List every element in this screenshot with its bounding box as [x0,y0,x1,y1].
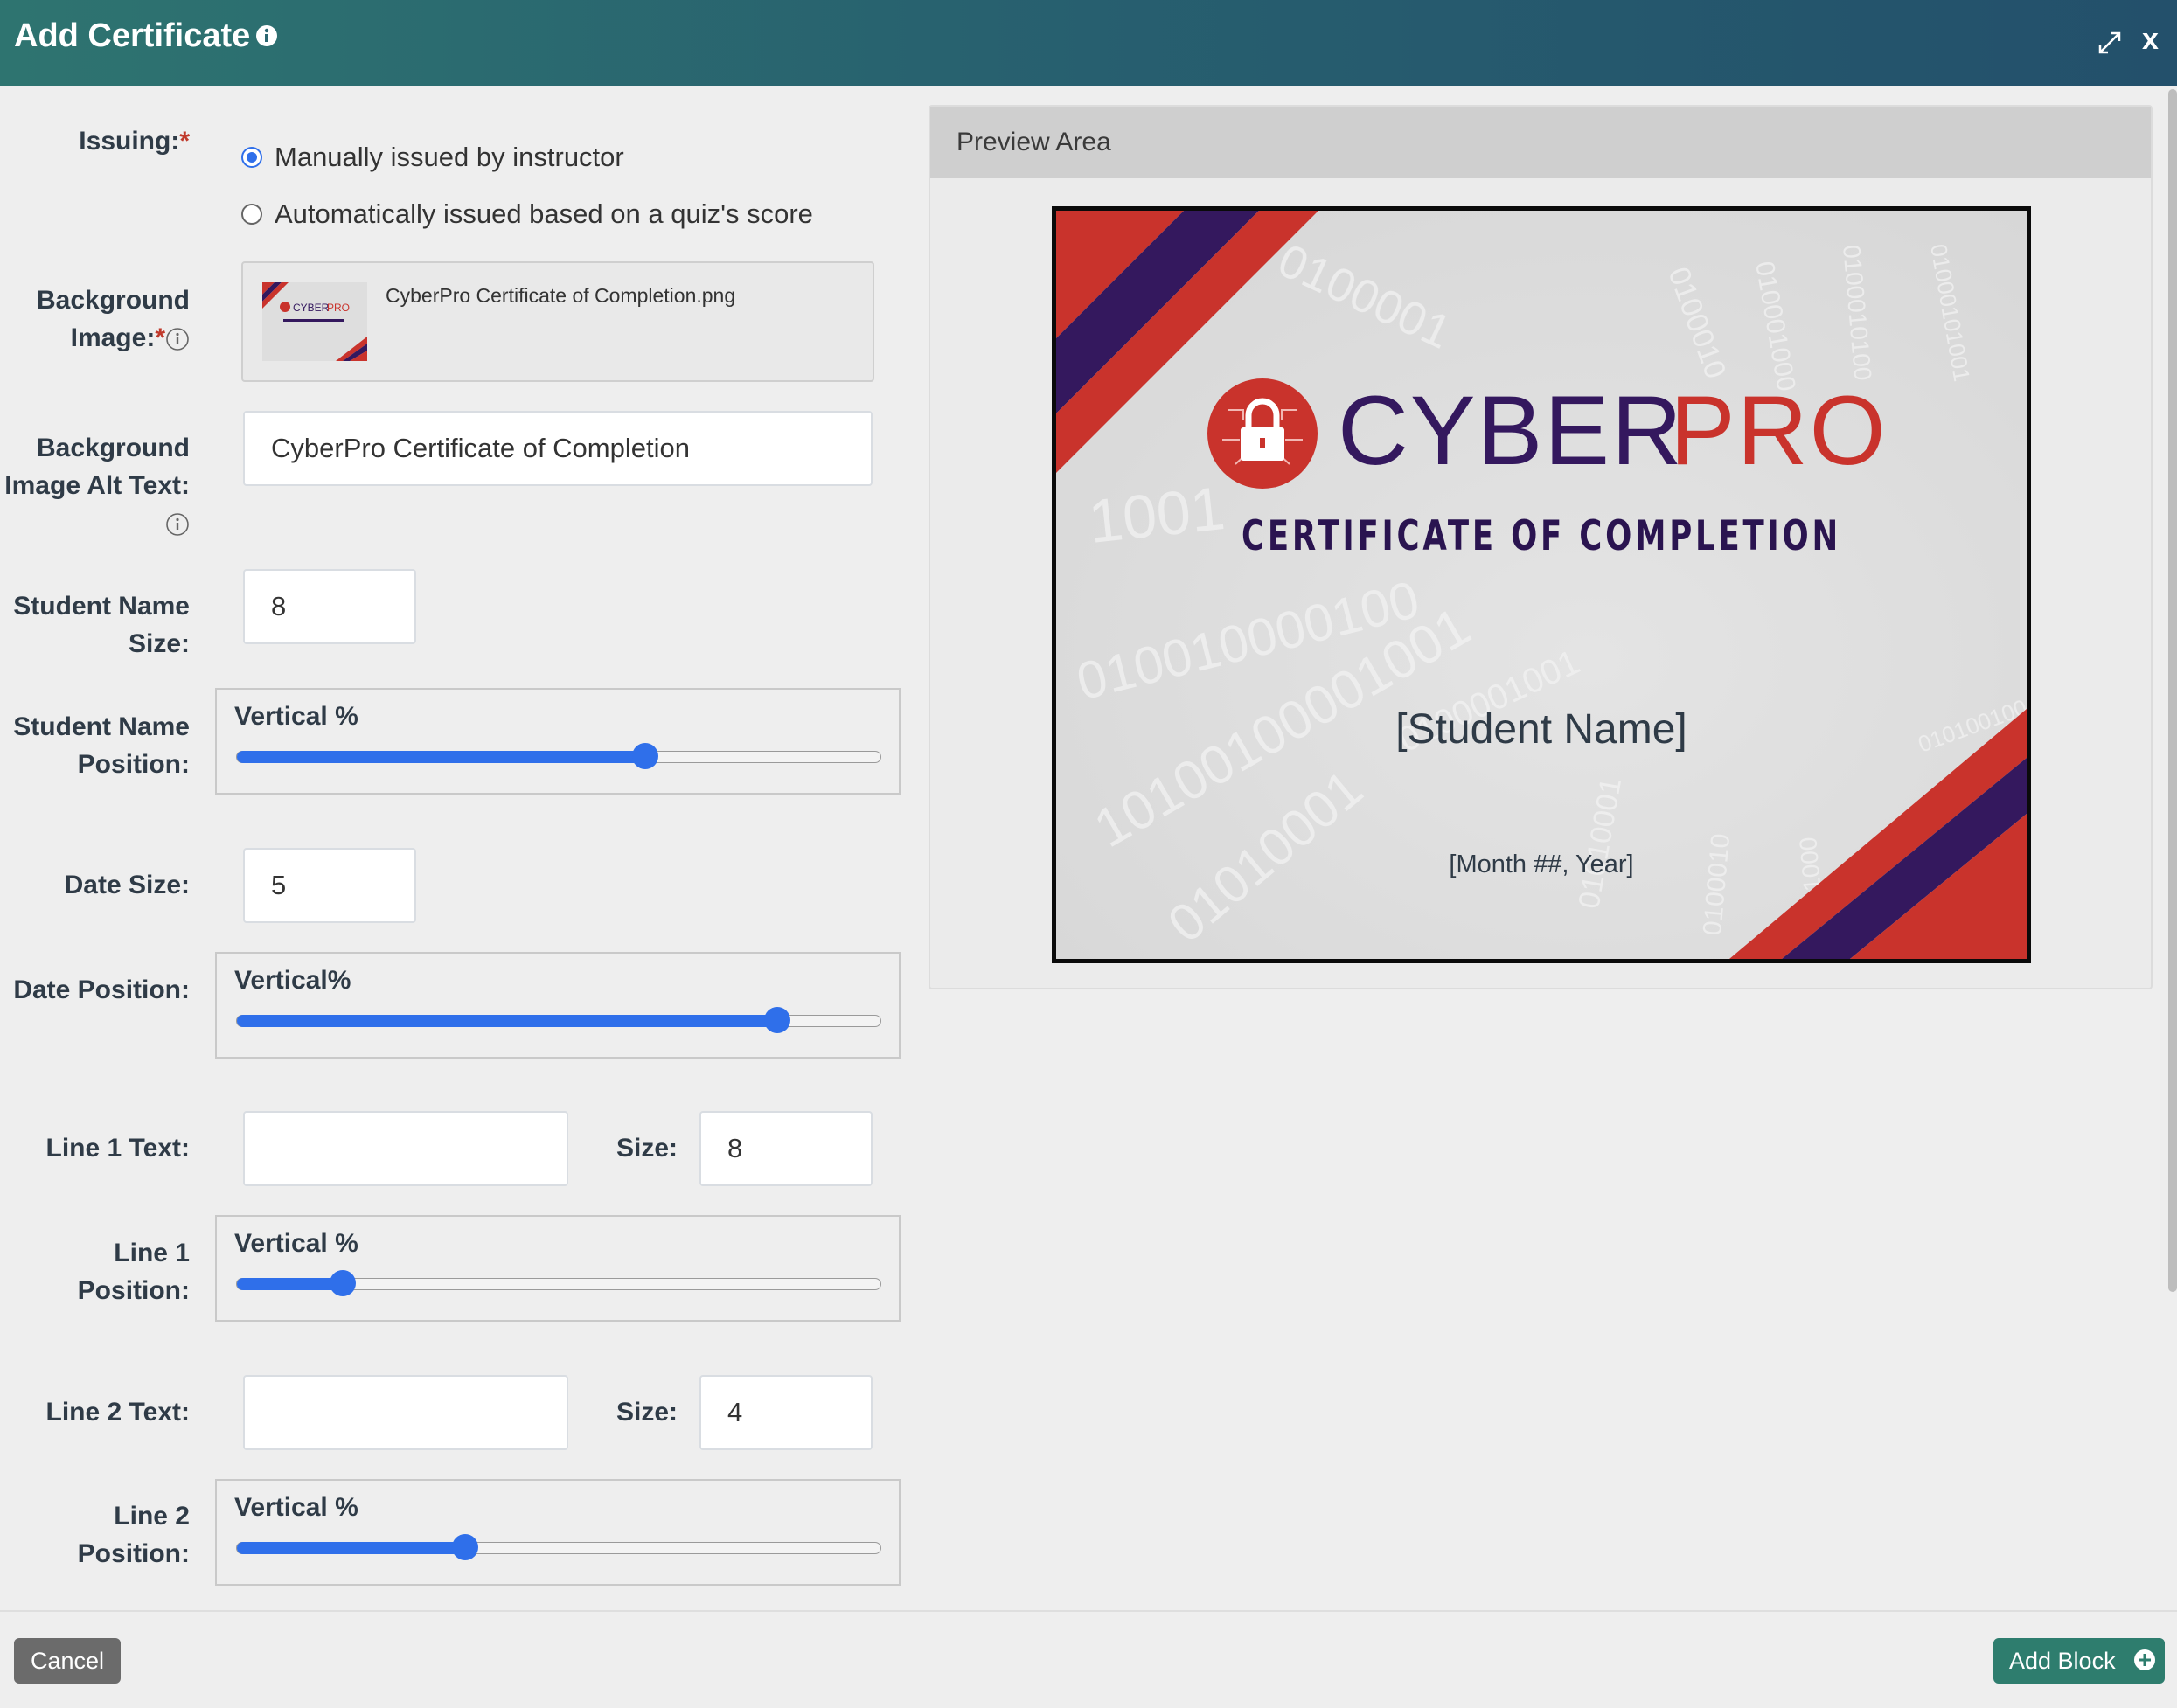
expand-icon[interactable] [2097,30,2123,56]
slider-handle[interactable] [452,1534,479,1560]
line2-position-slider[interactable] [236,1534,881,1560]
line1-size-input[interactable]: 8 [699,1111,873,1186]
close-icon[interactable]: x [2142,23,2159,57]
slider-handle[interactable] [764,1007,791,1033]
svg-text:1001: 1001 [1085,474,1228,556]
line1-position-label: Line 1 Position: [77,1239,190,1305]
preview-title: Preview Area [956,128,1111,156]
slider-handle[interactable] [632,743,659,769]
line2-position-slider-box: Vertical % [215,1479,901,1586]
dialog-title: Add Certificate [14,17,251,54]
preview-header: Preview Area [930,107,2151,178]
radio-manual-button[interactable] [241,147,262,168]
line1-position-slider-box: Vertical % [215,1215,901,1322]
student-name-position-slider-box: Vertical % [215,688,901,795]
student-name-position-label: Student Name Position: [13,712,190,779]
alt-text-label: Background Image Alt Text: [4,429,190,542]
student-name-size-label: Student Name Size: [13,592,190,658]
preview-area: Preview Area 1001 010010000100 101001000… [929,105,2153,989]
radio-manual[interactable]: Manually issued by instructor [241,142,624,173]
certificate-thumbnail: CYBER PRO [262,282,367,361]
scrollbar[interactable] [2168,89,2177,1292]
student-name-placeholder: [Student Name] [1395,706,1687,753]
radio-manual-label[interactable]: Manually issued by instructor [275,142,624,173]
date-placeholder: [Month ##, Year] [1449,851,1634,878]
certificate-subtitle: CERTIFICATE OF COMPLETION [1242,512,1841,560]
add-block-button[interactable]: Add Block [1993,1638,2165,1684]
line2-size-label: Size: [616,1398,678,1427]
background-image-filename: CyberPro Certificate of Completion.png [386,284,736,307]
cyberpro-lock-logo [1207,378,1318,489]
info-tooltip-icon[interactable] [165,327,190,351]
line1-text-label: Line 1 Text: [45,1134,190,1163]
info-icon[interactable] [255,24,278,47]
dialog-header: Add Certificate x [0,0,2177,86]
student-name-size-input[interactable]: 8 [243,569,416,644]
plus-circle-icon [2134,1649,2155,1670]
radio-automatic-label[interactable]: Automatically issued based on a quiz's s… [275,198,813,230]
brand-pro-text: PRO [1670,376,1888,485]
line2-position-label: Line 2 Position: [77,1502,190,1568]
dialog-footer: Cancel Add Block [0,1610,2177,1708]
svg-text:PRO: PRO [327,302,350,314]
info-tooltip-icon[interactable] [165,512,190,537]
certificate-preview: 1001 010010000100 10100100001001 0101000… [1052,206,2031,963]
svg-text:CYBER: CYBER [293,302,330,314]
date-position-label: Date Position: [13,976,190,1004]
line2-text-input[interactable] [243,1375,568,1450]
radio-automatic[interactable]: Automatically issued based on a quiz's s… [241,198,813,230]
brand-cyber-text: CYBER [1338,376,1684,485]
radio-automatic-button[interactable] [241,204,262,225]
alt-text-input[interactable]: CyberPro Certificate of Completion [243,411,873,486]
line2-size-input[interactable]: 4 [699,1375,873,1450]
line1-size-label: Size: [616,1134,678,1163]
date-position-slider[interactable] [236,1007,881,1033]
date-size-input[interactable]: 5 [243,848,416,923]
student-name-position-slider[interactable] [236,743,881,769]
certificate-background: 1001 010010000100 10100100001001 0101000… [1056,211,2027,959]
background-image-label: Background Image:* [36,286,190,352]
cancel-button[interactable]: Cancel [14,1638,121,1684]
background-image-file[interactable]: CYBER PRO CyberPro Certificate of Comple… [241,261,874,382]
line1-position-slider[interactable] [236,1270,881,1296]
date-position-slider-box: Vertical% [215,952,901,1059]
line1-text-input[interactable] [243,1111,568,1186]
issuing-label: Issuing:* [79,127,190,156]
line2-text-label: Line 2 Text: [45,1398,190,1427]
slider-handle[interactable] [330,1270,357,1296]
date-size-label: Date Size: [64,871,190,899]
